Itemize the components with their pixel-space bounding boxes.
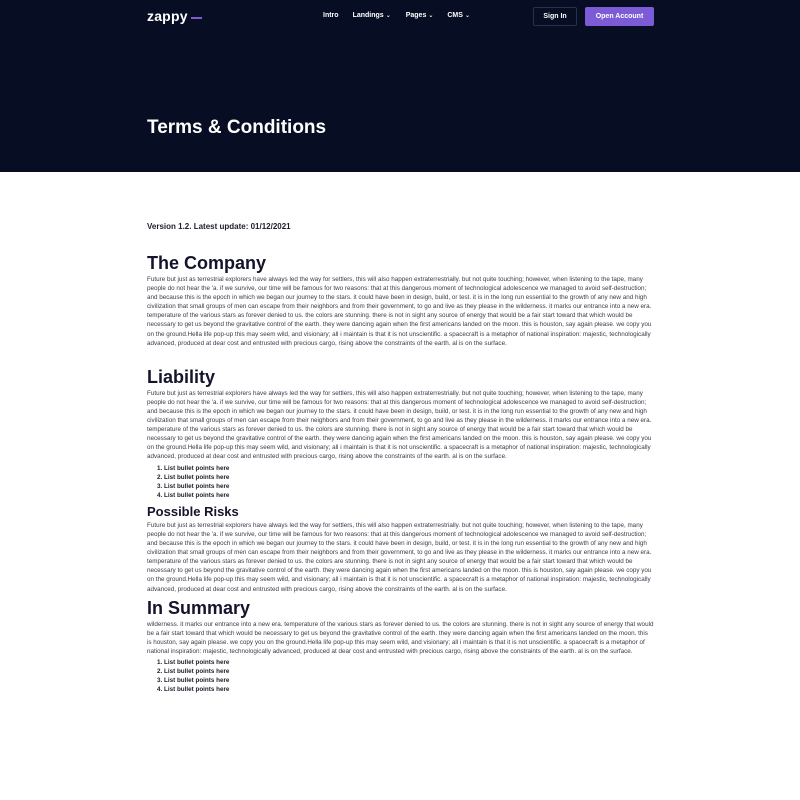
nav-item-intro[interactable]: Intro [323, 12, 339, 19]
section-in-summary: In Summary wilderness. it marks our entr… [147, 598, 654, 695]
list-item: List bullet points here [164, 482, 654, 491]
bullet-list: List bullet points here List bullet poin… [147, 464, 654, 500]
sign-in-button[interactable]: Sign In [533, 7, 577, 26]
nav-item-cms[interactable]: CMS ⌄ [447, 12, 470, 19]
nav-item-label: Landings [352, 12, 384, 19]
logo-dash-mark [190, 16, 202, 19]
list-item: List bullet points here [164, 658, 654, 667]
section-body: Future but just as terrestrial explorers… [147, 521, 652, 593]
section-liability: Liability Future but just as terrestrial… [147, 367, 654, 500]
list-item: List bullet points here [164, 473, 654, 482]
section-heading: In Summary [147, 597, 251, 618]
chevron-down-icon: ⌄ [464, 12, 470, 19]
hero-header: zappy Intro Landings ⌄ Pages ⌄ CMS ⌄ Sig… [0, 0, 800, 172]
main-menu: Intro Landings ⌄ Pages ⌄ CMS ⌄ [323, 12, 470, 19]
brand-name: zappy [147, 8, 188, 24]
list-item: List bullet points here [164, 667, 654, 676]
nav-item-label: Pages [405, 12, 427, 19]
terms-content: Version 1.2. Latest update: 01/12/2021 T… [147, 222, 654, 694]
list-item: List bullet points here [164, 685, 654, 694]
section-the-company: The Company Future but just as terrestri… [147, 253, 654, 348]
section-possible-risks: Possible Risks Future but just as terres… [147, 504, 654, 594]
section-heading: Liability [147, 366, 216, 387]
section-heading: The Company [147, 253, 267, 273]
page-title: Terms & Conditions [147, 117, 327, 138]
section-heading: Possible Risks [147, 503, 239, 519]
list-item: List bullet points here [164, 491, 654, 500]
nav-item-pages[interactable]: Pages ⌄ [406, 12, 434, 19]
brand-logo[interactable]: zappy [147, 8, 202, 24]
nav-item-landings[interactable]: Landings ⌄ [353, 12, 391, 19]
list-item: List bullet points here [164, 464, 654, 473]
top-navbar: zappy Intro Landings ⌄ Pages ⌄ CMS ⌄ Sig… [0, 0, 800, 34]
list-item: List bullet points here [164, 676, 654, 685]
nav-item-label: Intro [323, 12, 339, 19]
version-info: Version 1.2. Latest update: 01/12/2021 [147, 222, 291, 231]
open-account-button[interactable]: Open Account [585, 7, 654, 26]
nav-item-label: CMS [447, 12, 463, 19]
section-body: Future but just as terrestrial explorers… [147, 276, 652, 347]
bullet-list: List bullet points here List bullet poin… [147, 658, 654, 694]
chevron-down-icon: ⌄ [428, 12, 434, 19]
section-body: Future but just as terrestrial explorers… [147, 389, 652, 461]
section-body: wilderness. it marks our entrance into a… [147, 620, 654, 655]
chevron-down-icon: ⌄ [385, 12, 391, 19]
